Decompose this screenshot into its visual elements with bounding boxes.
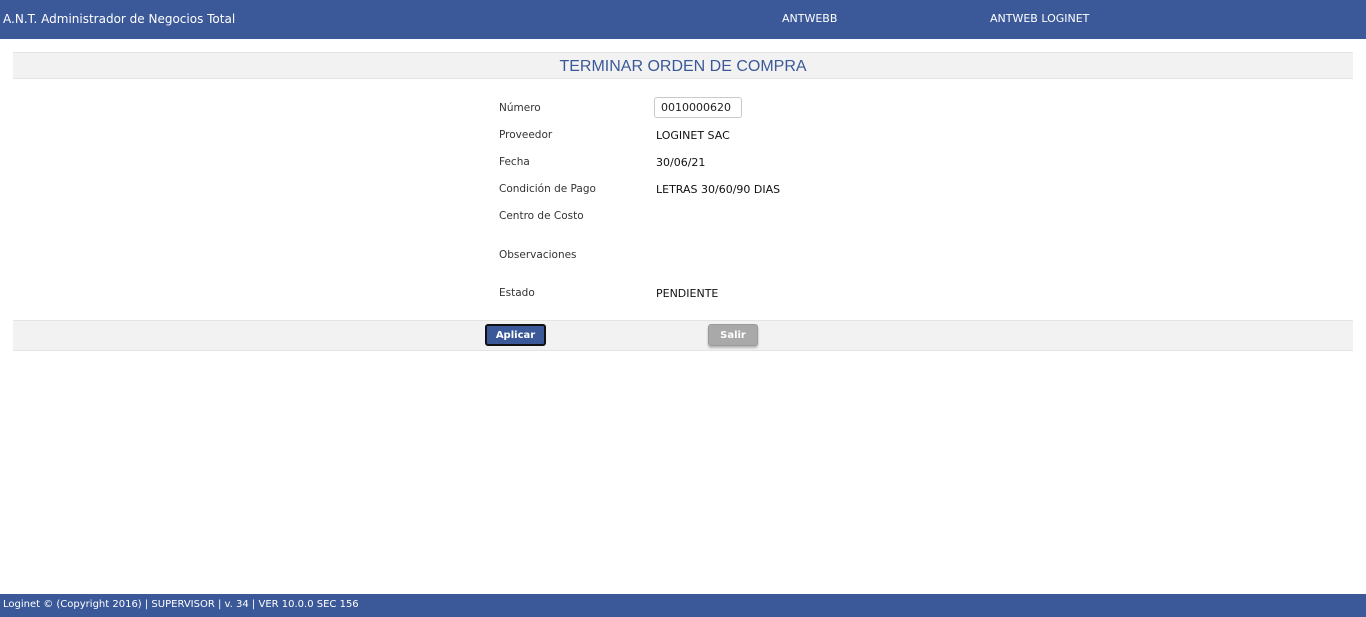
fecha-value: 30/06/21 <box>656 156 706 169</box>
user-name: ANTWEB LOGINET <box>990 12 1090 25</box>
proveedor-value: LOGINET SAC <box>656 129 730 142</box>
footer-text: Loginet © (Copyright 2016) | SUPERVISOR … <box>3 599 359 610</box>
fecha-label: Fecha <box>499 156 530 168</box>
exit-button[interactable]: Salir <box>708 324 758 346</box>
action-bar <box>13 320 1353 351</box>
centro-costo-label: Centro de Costo <box>499 210 584 222</box>
condicion-pago-value: LETRAS 30/60/90 DIAS <box>656 183 781 196</box>
app-title: A.N.T. Administrador de Negocios Total <box>3 12 236 26</box>
page-title: TERMINAR ORDEN DE COMPRA <box>559 58 807 75</box>
numero-label: Número <box>499 102 541 114</box>
condicion-pago-label: Condición de Pago <box>499 183 596 195</box>
company-name: ANTWEBB <box>782 12 838 25</box>
proveedor-label: Proveedor <box>499 129 553 141</box>
estado-value: PENDIENTE <box>656 287 719 300</box>
apply-button[interactable]: Aplicar <box>485 324 546 346</box>
numero-input[interactable] <box>654 97 742 118</box>
top-navbar: A.N.T. Administrador de Negocios Total A… <box>0 0 1366 39</box>
estado-label: Estado <box>499 287 535 299</box>
page-title-band: TERMINAR ORDEN DE COMPRA <box>13 52 1353 79</box>
observaciones-label: Observaciones <box>499 249 577 261</box>
footer: Loginet © (Copyright 2016) | SUPERVISOR … <box>0 594 1366 617</box>
